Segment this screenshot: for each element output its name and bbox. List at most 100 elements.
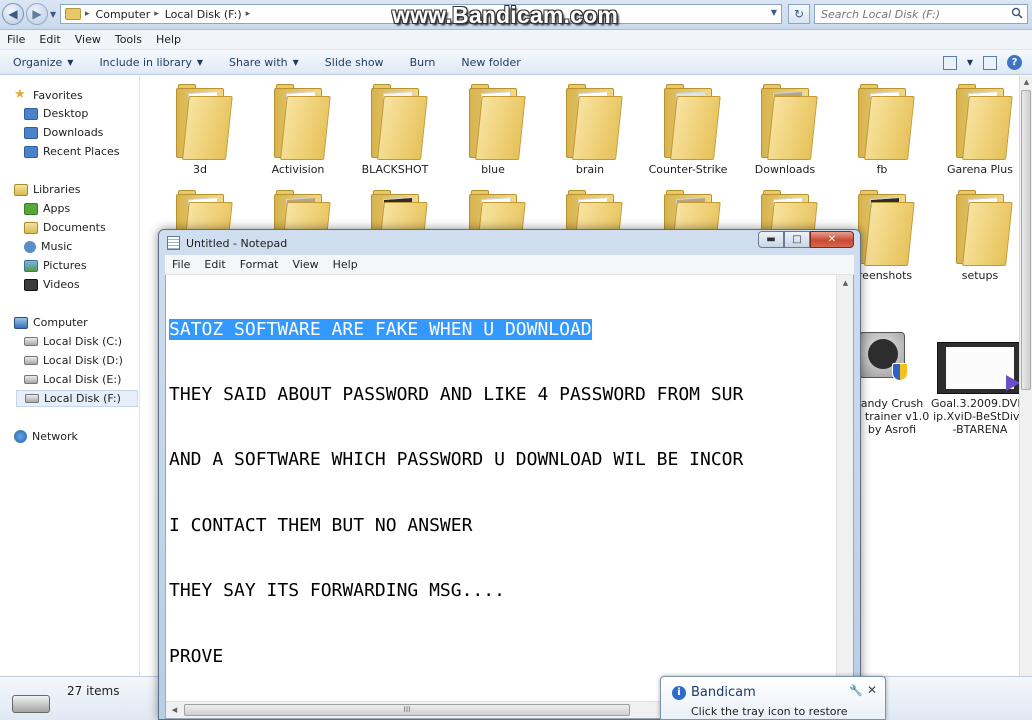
menu-view[interactable]: View <box>68 33 108 46</box>
help-icon[interactable]: ? <box>1007 55 1022 70</box>
notepad-menu-help[interactable]: Help <box>326 258 365 271</box>
nav-item-local-disk-f[interactable]: Local Disk (F:) <box>16 390 138 407</box>
notepad-window[interactable]: Untitled - Notepad ▬ □ ✕ File Edit Forma… <box>158 229 861 720</box>
view-options-chevron-icon[interactable]: ▼ <box>967 58 973 67</box>
preview-pane-icon[interactable] <box>983 55 997 70</box>
folder-garena-plus[interactable]: Garena Plus <box>933 82 1027 176</box>
include-in-library-button[interactable]: Include in library ▼ <box>86 56 216 69</box>
file-label-goal-video[interactable]: Goal.3.2009.DVDR ip.XviD-BeStDivX -BTARE… <box>931 397 1032 436</box>
maximize-button[interactable]: □ <box>784 231 810 248</box>
scrollbar-thumb[interactable] <box>1021 90 1031 390</box>
nav-item-videos[interactable]: Videos <box>24 278 80 291</box>
explorer-menubar: File Edit View Tools Help <box>0 30 1032 50</box>
skull-exe-icon[interactable] <box>859 332 908 381</box>
video-file-icon[interactable] <box>937 342 1023 394</box>
folder-icon <box>757 82 818 160</box>
nav-item-recent-places[interactable]: Recent Places <box>24 145 120 158</box>
scrollbar-thumb[interactable]: lll <box>184 704 630 716</box>
nav-item-pictures[interactable]: Pictures <box>24 259 87 272</box>
breadcrumb-separator[interactable]: ▸ <box>85 9 90 19</box>
nav-item-documents[interactable]: Documents <box>24 221 106 234</box>
nav-item-apps[interactable]: Apps <box>24 202 70 215</box>
search-icon[interactable] <box>1011 7 1023 19</box>
nav-item-downloads[interactable]: Downloads <box>24 126 103 139</box>
nav-item-local-disk-e[interactable]: Local Disk (E:) <box>24 373 121 386</box>
folder-icon <box>270 82 331 160</box>
notepad-text-area[interactable]: SATOZ SOFTWARE ARE FAKE WHEN U DOWNLOAD … <box>165 275 854 719</box>
folder-blackshot[interactable]: BLACKSHOT <box>348 82 442 176</box>
nav-item-music[interactable]: Music <box>24 240 72 253</box>
burn-button[interactable]: Burn <box>397 56 449 69</box>
recent-pages-dropdown[interactable]: ▼ <box>50 10 56 19</box>
new-folder-button[interactable]: New folder <box>448 56 533 69</box>
nav-group-libraries[interactable]: Libraries <box>14 183 81 196</box>
search-box[interactable] <box>814 4 1028 24</box>
nav-group-computer[interactable]: Computer <box>14 316 88 329</box>
text-line[interactable]: THEY SAY ITS FORWARDING MSG.... <box>169 580 837 602</box>
nav-item-label: Local Disk (F:) <box>44 392 121 405</box>
notification-body: Click the tray icon to restore Bandicam. <box>691 705 848 720</box>
drive-icon <box>24 375 38 384</box>
folder-3d[interactable]: 3d <box>153 82 247 176</box>
file-view-scrollbar[interactable]: ▲ <box>1019 76 1032 676</box>
change-view-icon[interactable] <box>942 55 957 70</box>
nav-item-local-disk-d[interactable]: Local Disk (D:) <box>24 354 123 367</box>
back-button[interactable]: ◀ <box>2 3 24 25</box>
breadcrumb-separator[interactable]: ▸ <box>154 9 159 19</box>
notification-close-icon[interactable]: ✕ <box>867 683 877 697</box>
bandicam-notification[interactable]: i Bandicam Click the tray icon to restor… <box>660 676 886 720</box>
close-button[interactable]: ✕ <box>810 231 854 248</box>
folder-counter-strike[interactable]: Counter-Strike <box>641 82 735 176</box>
text-line[interactable]: AND A SOFTWARE WHICH PASSWORD U DOWNLOAD… <box>169 449 837 471</box>
text-line[interactable]: PROVE <box>169 646 837 668</box>
options-wrench-icon[interactable]: 🔧 <box>849 684 863 697</box>
organize-button[interactable]: Organize ▼ <box>0 56 86 69</box>
folder-fb[interactable]: fb <box>835 82 929 176</box>
text-line[interactable]: I CONTACT THEM BUT NO ANSWER <box>169 515 837 537</box>
scroll-left-icon[interactable]: ◀ <box>166 702 183 718</box>
notepad-menu-view[interactable]: View <box>286 258 326 271</box>
share-with-label: Share with <box>229 55 288 69</box>
slide-show-button[interactable]: Slide show <box>312 56 397 69</box>
item-count: 27 items <box>67 684 120 698</box>
file-label-line: ip.XviD-BeStDivX <box>933 410 1027 423</box>
notepad-vertical-scrollbar[interactable]: ▲ <box>836 275 853 701</box>
nav-item-local-disk-c[interactable]: Local Disk (C:) <box>24 335 122 348</box>
folder-brain[interactable]: brain <box>543 82 637 176</box>
breadcrumb-local-disk-f[interactable]: Local Disk (F:) <box>165 8 242 21</box>
text-line-selected[interactable]: SATOZ SOFTWARE ARE FAKE WHEN U DOWNLOAD <box>169 318 837 341</box>
menu-tools[interactable]: Tools <box>108 33 149 46</box>
scroll-up-icon[interactable]: ▲ <box>1020 76 1032 89</box>
nav-item-desktop[interactable]: Desktop <box>24 107 88 120</box>
breadcrumb-computer[interactable]: Computer <box>96 8 151 21</box>
breadcrumb-separator[interactable]: ▸ <box>246 9 251 19</box>
menu-help[interactable]: Help <box>149 33 188 46</box>
forward-button[interactable]: ▶ <box>26 3 48 25</box>
notepad-menu-file[interactable]: File <box>165 258 197 271</box>
selected-text[interactable]: SATOZ SOFTWARE ARE FAKE WHEN U DOWNLOAD <box>169 318 592 340</box>
search-input[interactable] <box>815 5 995 23</box>
notepad-menu-edit[interactable]: Edit <box>197 258 232 271</box>
folder-setups[interactable]: setups <box>933 188 1027 282</box>
folder-downloads[interactable]: Downloads <box>738 82 832 176</box>
text-line[interactable]: THEY SAID ABOUT PASSWORD AND LIKE 4 PASS… <box>169 384 837 406</box>
folder-blue[interactable]: blue <box>446 82 540 176</box>
notepad-menu-format[interactable]: Format <box>233 258 286 271</box>
share-with-button[interactable]: Share with ▼ <box>216 56 312 69</box>
address-dropdown-icon[interactable]: ▼ <box>771 8 777 17</box>
folder-activision[interactable]: Activision <box>251 82 345 176</box>
include-in-library-label: Include in library <box>99 55 192 69</box>
menu-edit[interactable]: Edit <box>32 33 67 46</box>
nav-group-network[interactable]: Network <box>14 430 78 443</box>
minimize-button[interactable]: ▬ <box>758 231 784 248</box>
notepad-titlebar[interactable]: Untitled - Notepad <box>167 236 287 250</box>
music-icon <box>24 240 36 253</box>
documents-icon <box>24 221 38 234</box>
menu-file[interactable]: File <box>0 33 32 46</box>
refresh-button[interactable]: ↻ <box>788 4 810 24</box>
scroll-up-icon[interactable]: ▲ <box>837 275 854 292</box>
file-label: brain <box>575 163 605 176</box>
nav-group-favorites[interactable]: ★ Favorites <box>14 88 83 102</box>
file-label: Downloads <box>754 163 816 176</box>
notepad-text[interactable]: SATOZ SOFTWARE ARE FAKE WHEN U DOWNLOAD … <box>169 275 837 701</box>
